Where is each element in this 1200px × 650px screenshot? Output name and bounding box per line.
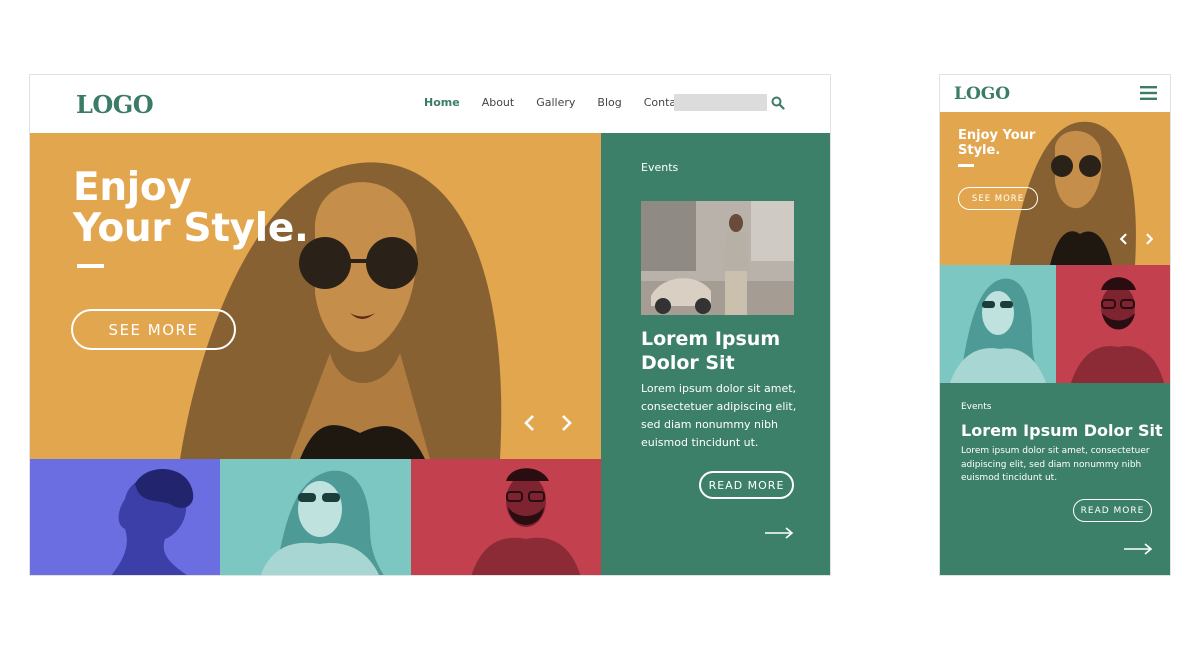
gallery-tile-bearded-man[interactable] — [411, 459, 601, 575]
chevron-left-icon[interactable] — [1117, 232, 1131, 246]
gallery-tile-bearded-man[interactable] — [1056, 265, 1170, 383]
hero-banner: Enjoy Your Style. SEE MORE — [940, 112, 1170, 265]
nav-home[interactable]: Home — [424, 96, 460, 109]
hamburger-menu-icon[interactable] — [1140, 86, 1157, 100]
hero-banner: Enjoy Your Style. SEE MORE — [30, 133, 601, 459]
read-more-button[interactable]: READ MORE — [699, 471, 794, 499]
events-title: Lorem Ipsum Dolor Sit — [961, 421, 1163, 440]
chevron-right-icon[interactable] — [556, 413, 576, 433]
read-more-button[interactable]: READ MORE — [1073, 499, 1152, 522]
hero-divider — [77, 264, 104, 268]
gallery-strip — [30, 459, 601, 575]
events-body: Lorem ipsum dolor sit amet, consectetuer… — [641, 382, 797, 449]
nav-gallery[interactable]: Gallery — [536, 96, 575, 109]
logo[interactable]: LOGO — [954, 84, 1010, 104]
events-label: Events — [961, 402, 992, 412]
search-input[interactable] — [674, 94, 767, 111]
events-image[interactable] — [641, 201, 794, 315]
chevron-right-icon[interactable] — [1142, 232, 1156, 246]
desktop-mockup: LOGO Home About Gallery Blog Contact Enj… — [29, 74, 831, 576]
nav-blog[interactable]: Blog — [597, 96, 621, 109]
logo[interactable]: LOGO — [76, 90, 154, 119]
mobile-header: LOGO — [940, 75, 1170, 112]
gallery-tile-man-profile[interactable] — [30, 459, 220, 575]
gallery-strip — [940, 265, 1170, 383]
hero-divider — [958, 164, 974, 167]
events-panel: Events Lorem Ipsum Dolor Sit Lorem ipsum… — [601, 133, 830, 575]
bearded-man-image — [471, 468, 581, 575]
see-more-button[interactable]: SEE MORE — [71, 309, 236, 350]
events-title: Lorem Ipsum Dolor Sit — [641, 328, 781, 374]
see-more-button[interactable]: SEE MORE — [958, 187, 1038, 210]
arrow-right-icon[interactable] — [1123, 543, 1153, 555]
search-icon[interactable] — [771, 96, 785, 110]
desktop-header: LOGO Home About Gallery Blog Contact — [30, 75, 830, 133]
mobile-mockup: LOGO Enjoy Your Style. SEE MORE Events L… — [939, 74, 1171, 576]
main-nav: Home About Gallery Blog Contact — [424, 96, 709, 109]
hero-title: Enjoy Your Style. — [958, 128, 1036, 158]
chevron-left-icon[interactable] — [520, 413, 540, 433]
arrow-right-icon[interactable] — [764, 527, 794, 539]
events-label: Events — [641, 161, 679, 174]
nav-about[interactable]: About — [482, 96, 515, 109]
woman-glasses-image — [260, 470, 384, 575]
hero-title: Enjoy Your Style. — [73, 165, 309, 251]
bearded-man-image — [1071, 277, 1164, 383]
man-profile-image — [111, 469, 194, 575]
events-body: Lorem ipsum dolor sit amet, consectetuer… — [961, 446, 1150, 483]
gallery-tile-woman-glasses[interactable] — [940, 265, 1056, 383]
events-panel: Events Lorem Ipsum Dolor Sit Lorem ipsum… — [940, 383, 1170, 575]
gallery-tile-woman-glasses[interactable] — [220, 459, 411, 575]
woman-glasses-image — [950, 278, 1046, 383]
